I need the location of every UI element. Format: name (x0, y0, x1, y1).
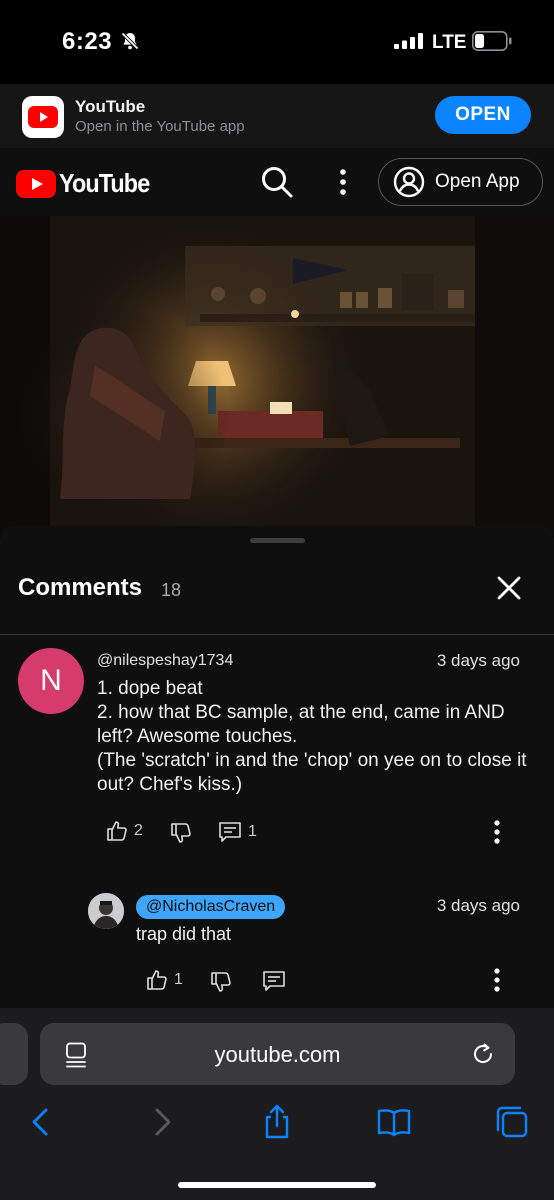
thumbs-up-icon (107, 821, 127, 841)
reply-count: 1 (248, 823, 257, 840)
tabs-icon[interactable] (494, 1104, 530, 1140)
url-text: youtube.com (214, 1042, 341, 1067)
battery-icon (472, 31, 512, 51)
thumbs-down-icon (211, 972, 231, 992)
like-count: 2 (134, 822, 143, 839)
avatar[interactable]: N (18, 648, 84, 714)
avatar[interactable] (88, 893, 124, 929)
back-icon[interactable] (24, 1104, 60, 1140)
reply-icon (219, 822, 241, 842)
network-label: LTE (432, 32, 467, 53)
comment-time: 3 days ago (436, 651, 520, 670)
status-time: 6:23 (62, 28, 113, 55)
reload-icon[interactable] (470, 1041, 496, 1067)
home-indicator (178, 1182, 376, 1188)
youtube-logo[interactable]: YouTube (16, 168, 159, 199)
banner-subtitle: Open in the YouTube app (75, 118, 245, 135)
youtube-play-icon (16, 169, 56, 198)
close-icon[interactable] (493, 572, 525, 604)
banner-app-name: YouTube (75, 97, 146, 116)
address-bar[interactable]: youtube.com (40, 1023, 515, 1085)
like-button[interactable]: 1 (146, 969, 183, 991)
reply-button[interactable] (262, 970, 286, 992)
smart-app-banner: YouTube Open in the YouTube app OPEN (0, 84, 554, 148)
like-button[interactable]: 2 (106, 820, 143, 842)
comments-count: 18 (161, 580, 182, 600)
youtube-logo-text: YouTube (59, 168, 150, 198)
thumbs-up-icon (147, 970, 167, 990)
dislike-button[interactable] (170, 822, 192, 844)
thumbs-down-icon (171, 823, 191, 843)
video-frame (0, 216, 554, 536)
like-count: 1 (174, 971, 183, 988)
forward-icon[interactable] (143, 1104, 179, 1140)
comment-text: trap did that (136, 924, 232, 944)
creator-author-badge[interactable]: @NicholasCraven (136, 895, 286, 919)
drag-handle[interactable] (250, 538, 305, 543)
search-icon[interactable] (260, 165, 294, 199)
status-bar: 6:23 LTE (0, 0, 554, 84)
comment-more-icon[interactable] (494, 820, 500, 844)
divider (0, 634, 554, 635)
avatar-image (88, 893, 124, 929)
comment-time: 3 days ago (436, 896, 520, 915)
signal-icon (394, 33, 423, 49)
share-icon[interactable] (259, 1104, 295, 1140)
open-app-banner-button[interactable]: OPEN (435, 96, 531, 134)
open-app-label: Open App (435, 171, 520, 192)
youtube-header: YouTube Open App (0, 148, 554, 216)
reply-button[interactable]: 1 (218, 821, 257, 843)
bell-slash-icon (121, 32, 139, 50)
account-icon (393, 166, 425, 198)
previous-tab-peek[interactable] (0, 1023, 28, 1085)
comment-author[interactable]: @nilespeshay1734 (97, 652, 233, 670)
comment-text: 1. dope beat 2. how that BC sample, at t… (97, 678, 527, 795)
youtube-app-icon (22, 96, 64, 138)
open-app-button[interactable]: Open App (378, 158, 543, 206)
reply-icon (263, 971, 285, 991)
safari-toolbar: youtube.com (0, 1008, 554, 1200)
comment-more-icon[interactable] (494, 968, 500, 992)
bookmarks-icon[interactable] (376, 1104, 412, 1140)
more-icon[interactable] (333, 168, 353, 196)
comments-panel: Comments 18 N @nilespeshay1734 3 days ag… (0, 526, 554, 1016)
video-player[interactable] (0, 216, 554, 536)
comments-title: Comments (18, 574, 143, 601)
dislike-button[interactable] (210, 971, 232, 993)
